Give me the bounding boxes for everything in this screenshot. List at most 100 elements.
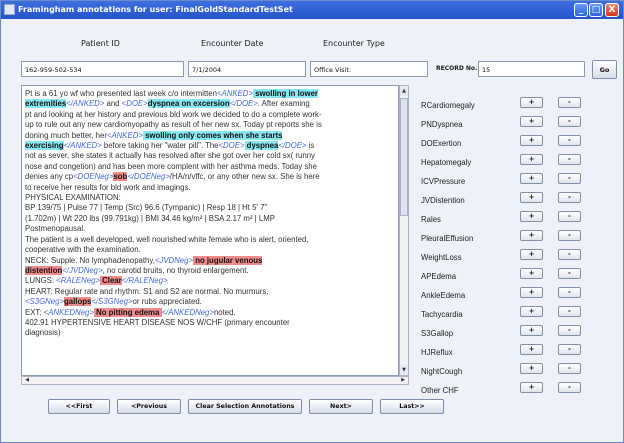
attribute-label-apedema: APEdema bbox=[421, 272, 457, 281]
scroll-thumb[interactable] bbox=[400, 98, 408, 216]
positive-annotation: dyspnea on excersion bbox=[147, 99, 230, 109]
encounter-type-header: Encounter Type bbox=[323, 39, 385, 48]
annotation-tag: </DOE> bbox=[278, 141, 307, 151]
note-text-area[interactable]: Pt is a 61 yo wf who presented last week… bbox=[21, 85, 399, 376]
pleuraleffusion-add-button[interactable]: + bbox=[520, 230, 543, 241]
note-line: doning much better, her<ANKED> swolling … bbox=[25, 130, 395, 141]
scroll-down-arrow-icon[interactable]: ▼ bbox=[400, 365, 408, 375]
negative-annotation: no jugular venous bbox=[193, 255, 263, 265]
note-line: <S3GNeg>gallops</S3GNeg>or rubs apprecia… bbox=[25, 297, 395, 307]
note-line: exercising</ANKED> before taking her "wa… bbox=[25, 141, 395, 151]
attribute-label-pndyspnea: PNDyspnea bbox=[421, 120, 463, 129]
record-no-field[interactable]: 15 bbox=[478, 61, 585, 77]
note-text: EXT: bbox=[25, 307, 44, 317]
attribute-label-s3gallop: S3Gallop bbox=[421, 329, 454, 338]
jvdistention-add-button[interactable]: + bbox=[520, 192, 543, 203]
jvdistention-remove-button[interactable]: - bbox=[558, 192, 581, 203]
apedema-add-button[interactable]: + bbox=[520, 268, 543, 279]
hepatomegaly-remove-button[interactable]: - bbox=[558, 154, 581, 165]
note-line: LUNGS: <RALENeg> Clear</RALENeg> bbox=[25, 276, 395, 286]
annotation-tag: </RALENeg> bbox=[121, 276, 168, 286]
annotation-window: Framingham annotations for user: FinalGo… bbox=[0, 0, 624, 443]
encounter-date-header: Encounter Date bbox=[201, 39, 264, 48]
doexertion-add-button[interactable]: + bbox=[520, 135, 543, 146]
ankleedema-add-button[interactable]: + bbox=[520, 287, 543, 298]
annotation-tag: <RALENeg> bbox=[56, 276, 100, 286]
last-button[interactable]: Last>> bbox=[380, 399, 444, 414]
note-line: BP 139/75 | Pulse 77 | Temp (Src) 96.6 (… bbox=[25, 203, 395, 213]
note-text: nose and congetion) and has been more co… bbox=[25, 161, 317, 171]
note-text: The patient is a well developed, well no… bbox=[25, 234, 309, 244]
hjreflux-remove-button[interactable]: - bbox=[558, 344, 581, 355]
rcardiomegaly-remove-button[interactable]: - bbox=[558, 97, 581, 108]
s3gallop-remove-button[interactable]: - bbox=[558, 325, 581, 336]
attribute-label-hjreflux: HJReflux bbox=[421, 348, 453, 357]
pndyspnea-add-button[interactable]: + bbox=[520, 116, 543, 127]
scroll-right-arrow-icon[interactable]: ▶ bbox=[398, 377, 408, 384]
hjreflux-add-button[interactable]: + bbox=[520, 344, 543, 355]
rales-remove-button[interactable]: - bbox=[558, 211, 581, 222]
annotation-tag: </DOE> bbox=[229, 99, 258, 109]
minimize-button[interactable]: _ bbox=[574, 3, 588, 17]
icvpressure-add-button[interactable]: + bbox=[520, 173, 543, 184]
pndyspnea-remove-button[interactable]: - bbox=[558, 116, 581, 127]
previous-button[interactable]: <Previous bbox=[117, 399, 181, 414]
maximize-button[interactable]: □ bbox=[589, 3, 603, 17]
weightloss-add-button[interactable]: + bbox=[520, 249, 543, 260]
pleuraleffusion-remove-button[interactable]: - bbox=[558, 230, 581, 241]
next-button[interactable]: Next> bbox=[309, 399, 373, 414]
rales-add-button[interactable]: + bbox=[520, 211, 543, 222]
encounter-type-field[interactable]: Office Visit: bbox=[310, 61, 428, 77]
note-line: extremities</ANKED> and <DOE>dyspnea on … bbox=[25, 99, 395, 109]
tachycardia-add-button[interactable]: + bbox=[520, 306, 543, 317]
go-button[interactable]: Go bbox=[592, 60, 617, 79]
rcardiomegaly-add-button[interactable]: + bbox=[520, 97, 543, 108]
annotation-tag: </S3GNeg> bbox=[91, 297, 133, 307]
note-line: pt and looking at her history and previo… bbox=[25, 110, 395, 120]
annotation-tag: </ANKED> bbox=[66, 99, 105, 109]
negative-annotation: sob bbox=[113, 172, 128, 182]
note-line: Postmenopausal. bbox=[25, 224, 395, 234]
annotation-tag: <JVDNeg> bbox=[154, 255, 194, 265]
note-text: , no carotid bruits, no thyroid enlargem… bbox=[102, 265, 249, 275]
first-button[interactable]: <<First bbox=[48, 399, 110, 414]
attribute-label-ankleedema: AnkleEdema bbox=[421, 291, 466, 300]
note-text: Postmenopausal. bbox=[25, 224, 86, 234]
nightcough-add-button[interactable]: + bbox=[520, 363, 543, 374]
vertical-scrollbar[interactable]: ▲ ▼ bbox=[399, 85, 409, 376]
record-no-label: RECORD No. bbox=[436, 65, 478, 72]
apedema-remove-button[interactable]: - bbox=[558, 268, 581, 279]
encounter-date-field[interactable]: 7/1/2004 bbox=[188, 61, 306, 77]
clear-selection-annotations-button[interactable]: Clear Selection Annotations bbox=[188, 399, 302, 414]
negative-annotation: No pitting edema bbox=[93, 307, 162, 317]
note-text: LUNGS: bbox=[25, 276, 57, 286]
positive-annotation: swolling only comes when she starts bbox=[142, 130, 283, 140]
ankleedema-remove-button[interactable]: - bbox=[558, 287, 581, 298]
doexertion-remove-button[interactable]: - bbox=[558, 135, 581, 146]
other-chf-add-button[interactable]: + bbox=[520, 382, 543, 393]
annotation-tag: <ANKED> bbox=[106, 130, 143, 140]
note-line: NECK: Supple. No lymphadenopathy,<JVDNeg… bbox=[25, 255, 395, 266]
attribute-label-other-chf: Other CHF bbox=[421, 386, 459, 395]
hepatomegaly-add-button[interactable]: + bbox=[520, 154, 543, 165]
s3gallop-add-button[interactable]: + bbox=[520, 325, 543, 336]
scroll-up-arrow-icon[interactable]: ▲ bbox=[400, 86, 408, 96]
note-text: or rubs appreciated. bbox=[132, 297, 202, 307]
title-bar[interactable]: Framingham annotations for user: FinalGo… bbox=[1, 1, 623, 19]
horizontal-scrollbar[interactable]: ◀ ▶ bbox=[21, 376, 409, 385]
note-line: PHYSICAL EXAMINATION: bbox=[25, 193, 395, 203]
scroll-left-arrow-icon[interactable]: ◀ bbox=[22, 377, 32, 384]
note-text: HEART: Regular rate and rhythm. S1 and S… bbox=[25, 286, 269, 296]
weightloss-remove-button[interactable]: - bbox=[558, 249, 581, 260]
close-button[interactable]: X bbox=[605, 3, 619, 17]
annotation-tag: <DOENeg> bbox=[73, 172, 114, 182]
note-line: not as sever, she states it actually has… bbox=[25, 151, 395, 161]
nightcough-remove-button[interactable]: - bbox=[558, 363, 581, 374]
patient-id-field[interactable]: 162-959-502-534 bbox=[21, 61, 184, 77]
note-line: (1.702m) | Wt 220 lbs (99.791kg) | BMI 3… bbox=[25, 214, 395, 224]
other-chf-remove-button[interactable]: - bbox=[558, 382, 581, 393]
annotation-tag: <ANKEDNeg> bbox=[43, 307, 94, 317]
tachycardia-remove-button[interactable]: - bbox=[558, 306, 581, 317]
icvpressure-remove-button[interactable]: - bbox=[558, 173, 581, 184]
note-line: denies any cp<DOENeg>sob</DOENeg>/HA/n/v… bbox=[25, 172, 395, 182]
